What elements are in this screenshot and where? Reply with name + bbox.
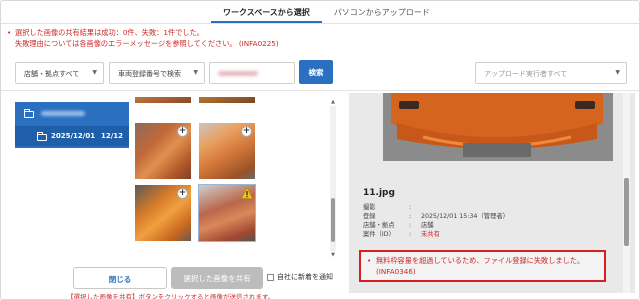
image-thumbnail[interactable]: + (199, 123, 255, 179)
scrollbar-thumb[interactable] (331, 198, 335, 242)
image-detail-panel: 11.jpg 撮影: 登録:2025/12/01 15:34（管理者） 店舗・拠… (349, 93, 635, 293)
error-summary: • 選択した画像の共有結果は成功：0件、失敗：1件でした。 失敗理由については各画… (7, 28, 279, 48)
chevron-down-icon: ▼ (92, 69, 97, 76)
share-selected-button[interactable]: 選択した画像を共有 (171, 267, 263, 289)
chevron-down-icon: ▼ (193, 69, 198, 76)
section-divider (1, 90, 639, 91)
error-summary-line1: 選択した画像の共有結果は成功：0件、失敗：1件でした。 (15, 28, 204, 37)
checkbox-box[interactable] (267, 273, 274, 281)
folder-icon (24, 109, 34, 118)
tab-divider (1, 23, 639, 24)
scrollbar-thumb[interactable] (624, 178, 629, 246)
image-thumbnail[interactable] (135, 97, 191, 103)
uploader-select[interactable]: アップロード実行者すべて ▼ (475, 62, 627, 84)
warning-icon (241, 187, 253, 199)
search-button[interactable]: 検索 (299, 60, 333, 84)
detail-scrollbar[interactable] (623, 93, 630, 293)
tab-bar: ワークスペースから選択 パソコンからアップロード (211, 1, 442, 23)
image-thumbnail[interactable] (199, 97, 255, 103)
chevron-down-icon: ▼ (615, 69, 620, 76)
image-preview (363, 93, 623, 161)
tab-workspace[interactable]: ワークスペースから選択 (211, 1, 322, 23)
tree-root[interactable] (15, 102, 129, 122)
image-thumbnail-selected[interactable] (198, 184, 256, 242)
folder-icon (37, 132, 47, 141)
image-thumbnail[interactable]: + (135, 123, 191, 179)
search-type-select[interactable]: 車両登録番号で検索 ▼ (109, 62, 205, 84)
image-filename: 11.jpg (363, 188, 395, 198)
redacted-value (218, 71, 258, 76)
redacted-value (41, 111, 85, 116)
tree-item-count: 12/12 (100, 132, 123, 140)
gallery-scrollbar[interactable] (330, 106, 336, 251)
notify-checkbox-label: 自社に新着を通知 (277, 273, 333, 281)
dialog: ワークスペースから選択 パソコンからアップロード • 選択した画像の共有結果は成功… (0, 0, 640, 300)
image-gallery: + + + (135, 97, 335, 252)
notify-checkbox[interactable]: 自社に新着を通知 (267, 272, 333, 282)
image-error-message: • 無料枠容量を超過しているため、ファイル登録に失敗しました。 (INFA0346… (359, 250, 606, 282)
add-icon[interactable]: + (241, 126, 252, 137)
scroll-up-icon[interactable]: ▲ (330, 99, 336, 105)
tab-pc-upload[interactable]: パソコンからアップロード (322, 1, 442, 23)
location-select[interactable]: 店舗・拠点すべて ▼ (15, 62, 104, 84)
image-thumbnail[interactable]: + (135, 185, 191, 241)
add-icon[interactable]: + (177, 188, 188, 199)
share-hint: 【選択した画像を共有】ボタンをクリックすると画像が送信されます。 (67, 293, 275, 300)
search-input[interactable] (209, 62, 295, 84)
tree-item-date-label: 2025/12/01 (51, 132, 96, 140)
tree-item-date[interactable]: 2025/12/01 12/12 (15, 126, 129, 146)
folder-tree: 2025/12/01 12/12 (15, 102, 129, 148)
image-metadata: 撮影: 登録:2025/12/01 15:34（管理者） 店舗・拠点: 店舗 案件… (363, 204, 509, 238)
close-button[interactable]: 閉じる (73, 267, 167, 289)
scroll-down-icon[interactable]: ▼ (330, 252, 336, 258)
error-summary-line2: 失敗理由については各画像のエラーメッセージを参照してください。 (INFA022… (15, 38, 279, 48)
add-icon[interactable]: + (177, 126, 188, 137)
share-status: 未共有 (421, 231, 440, 238)
